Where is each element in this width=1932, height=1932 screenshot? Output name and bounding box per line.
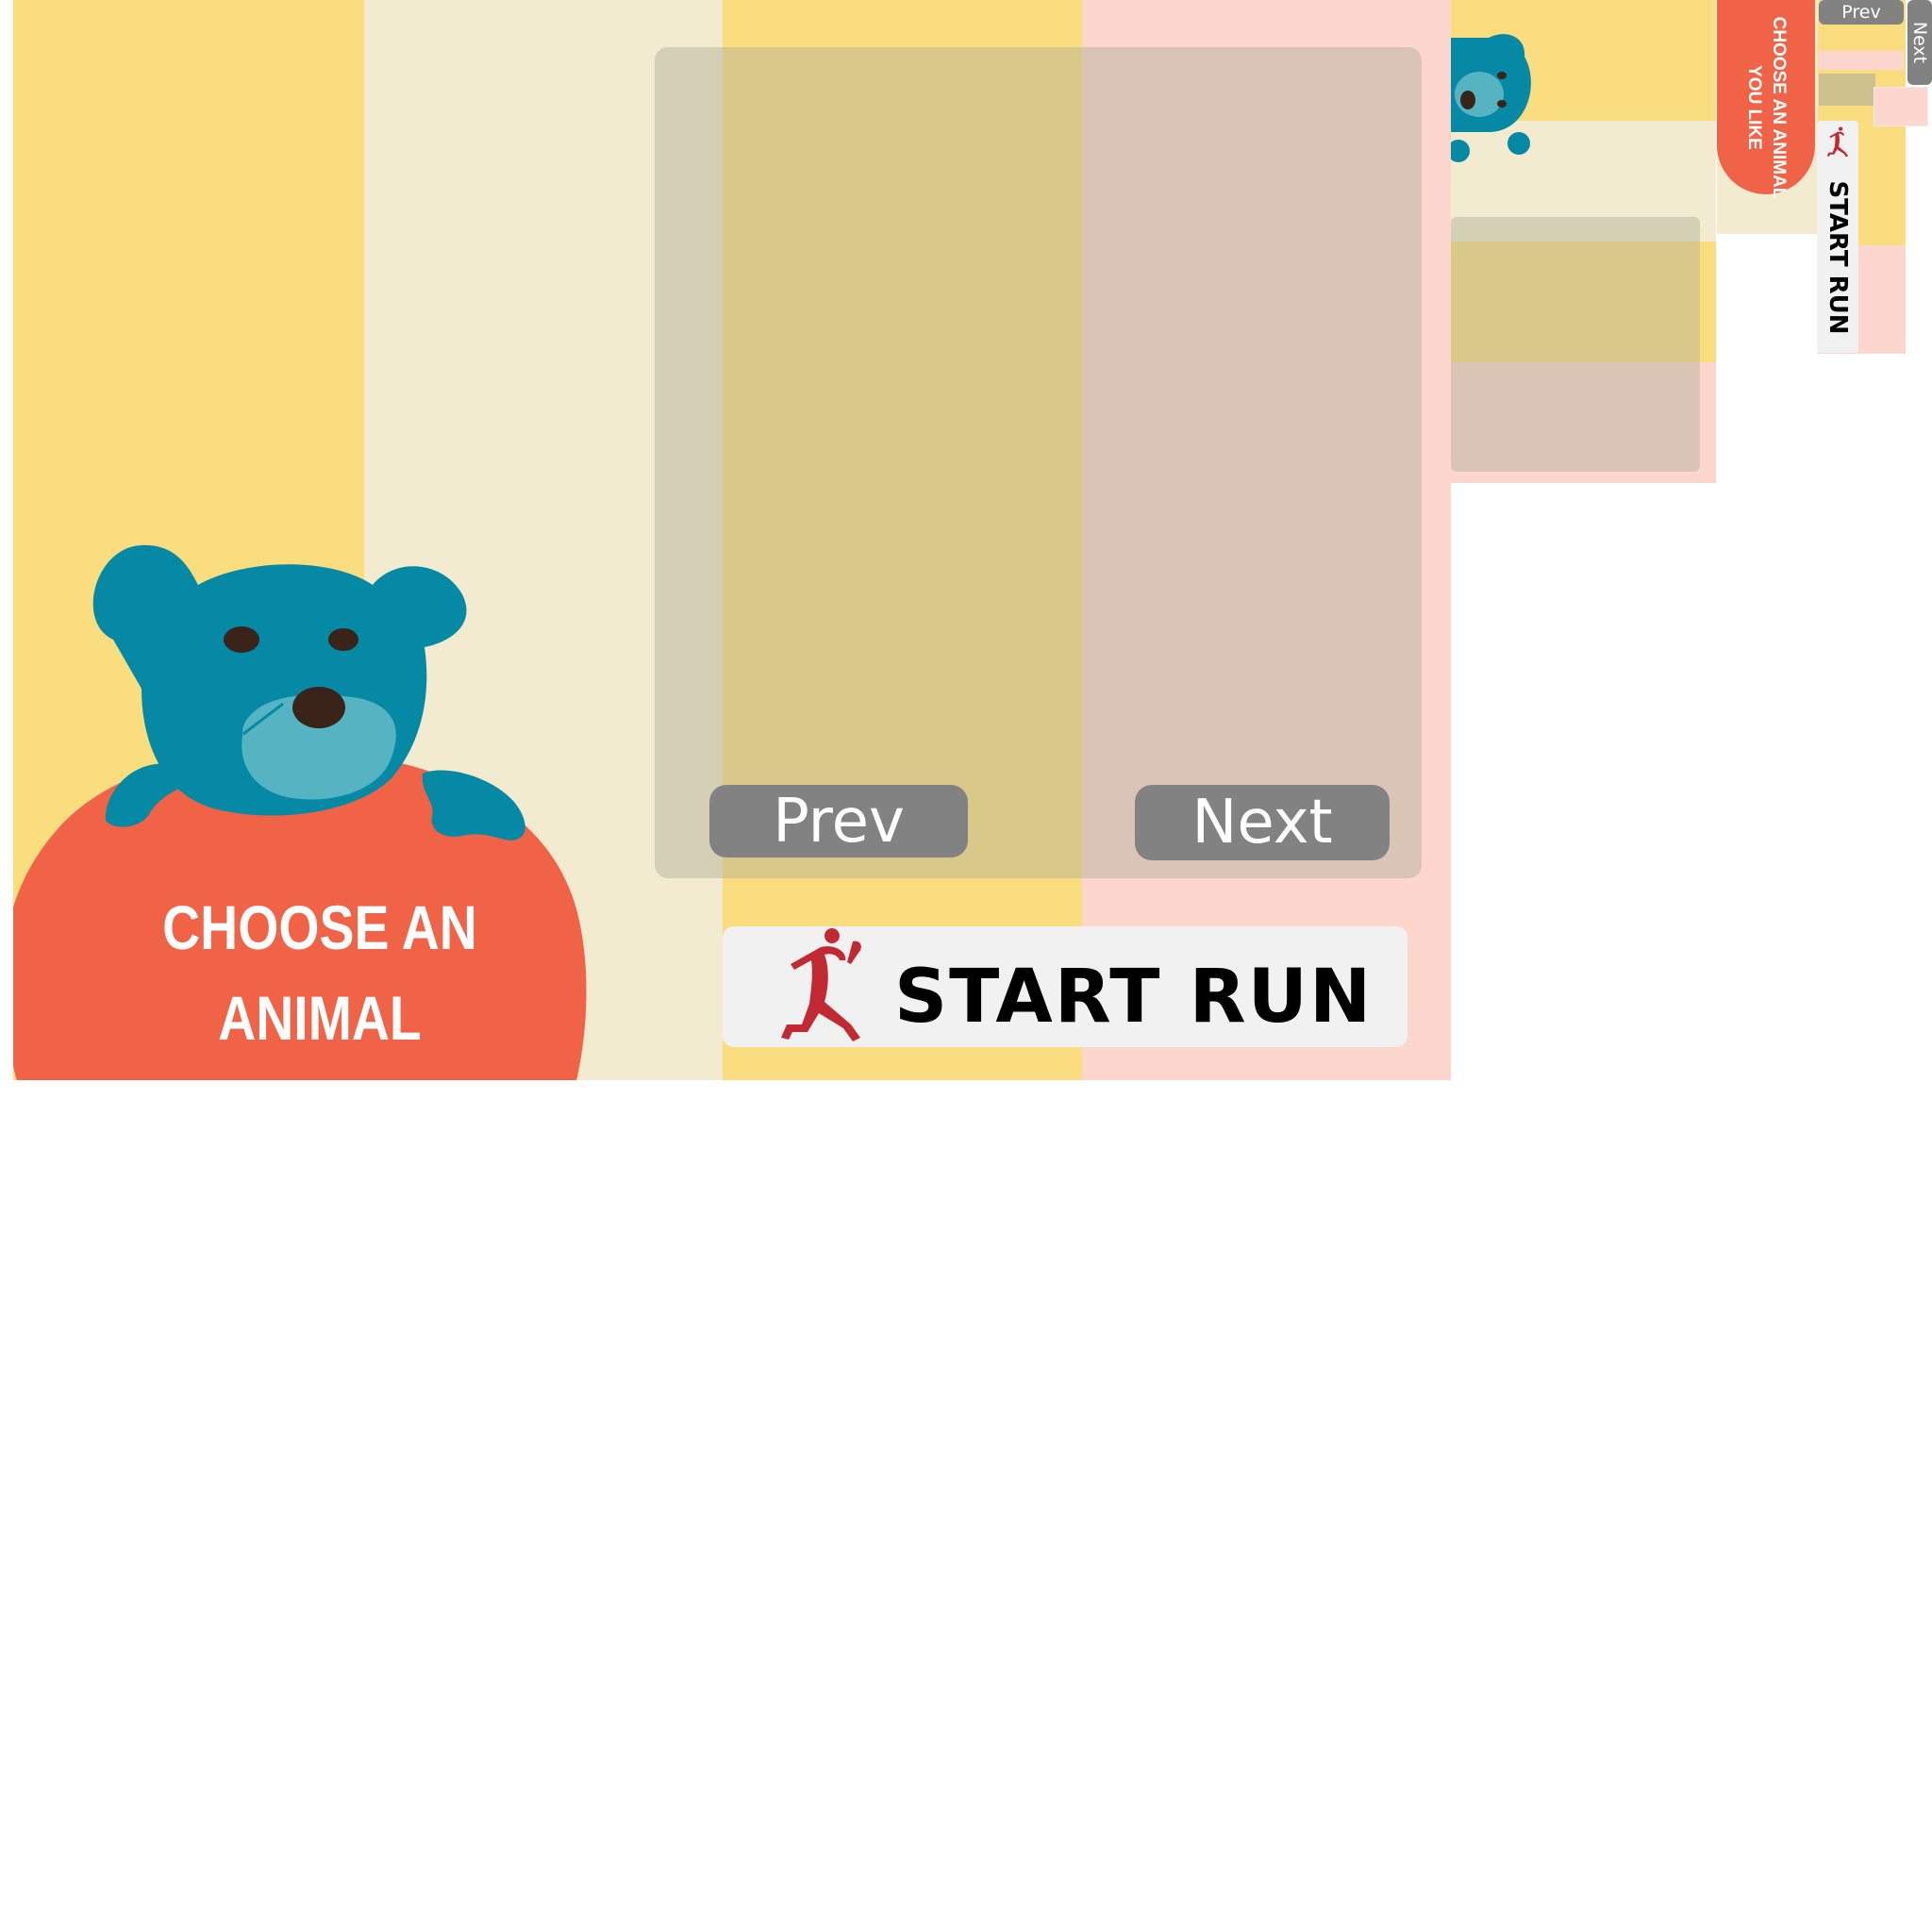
thumb2-title-line-2: YOU LIKE [1744,65,1764,150]
thumb2-runner-icon [1826,126,1849,158]
title-line-1: CHOOSE AN ANIMAL [162,892,477,1053]
next-button[interactable]: Next [1135,785,1390,860]
start-run-label: START RUN [894,955,1374,1040]
thumb2-start-label: START RUN [1824,180,1852,335]
thumb2-stripe-a [1819,30,1904,49]
runner-icon [781,928,861,1041]
choose-animal-title: CHOOSE AN ANIMAL YOU LIKE [86,882,554,1080]
thumb2-prev-button[interactable]: Prev [1819,0,1904,25]
thumb2-title: CHOOSE AN ANIMAL YOU LIKE [1741,13,1790,202]
thumb2-stripe-b [1819,51,1904,70]
thumb2-title-line-1: CHOOSE AN ANIMAL [1769,16,1789,199]
thumbnail-landscape [1451,0,1716,483]
animal-preview-panel [655,47,1422,878]
thumb-bear-icon [1451,34,1531,162]
thumb-panel [1451,217,1700,472]
prev-button[interactable]: Prev [709,785,968,858]
thumb2-panel [1819,74,1875,106]
title-line-2: YOU LIKE [86,1063,554,1080]
main-screen: Prev Next START RUN CHOOSE AN ANIMAL YOU… [13,0,1451,1080]
thumbnail-portrait: CHOOSE AN ANIMAL YOU LIKE Prev Next STAR… [1717,0,1932,377]
start-run-button[interactable]: START RUN [723,926,1407,1047]
thumb2-start-button[interactable]: START RUN [1817,121,1858,353]
thumb2-mini-card [1874,87,1928,126]
thumb2-next-button[interactable]: Next [1907,0,1932,85]
thumb2-next-label: Next [1909,21,1931,64]
